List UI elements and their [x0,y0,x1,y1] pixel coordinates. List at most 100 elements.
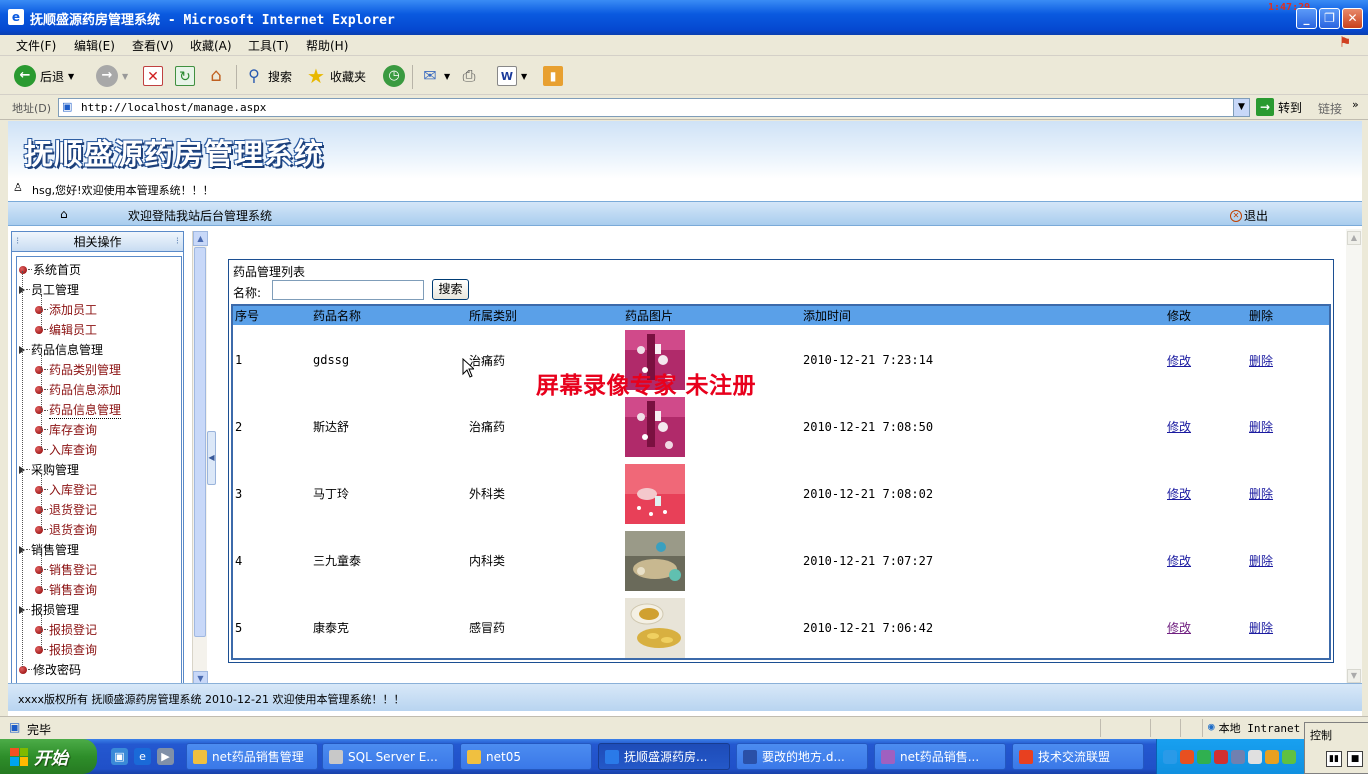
refresh-button[interactable]: ↻ [175,63,195,89]
page-scrollbar[interactable]: ▲ ▼ [1346,229,1362,691]
logout-button[interactable]: ✕ 退出 [1230,207,1268,224]
minimize-button[interactable]: _ [1296,8,1317,29]
back-button[interactable]: ← 后退 ▼ [14,63,74,89]
ie-quicklaunch-icon[interactable]: e [134,748,151,765]
menu-bar: 文件(F) 编辑(E) 查看(V) 收藏(A) 工具(T) 帮助(H) ⚑ [0,35,1368,56]
tray-qq-icon[interactable] [1180,749,1194,764]
tray-display-icon[interactable] [1231,749,1245,764]
delete-link[interactable]: 删除 [1249,554,1273,568]
menu-edit[interactable]: 编辑(E) [74,37,115,54]
menu-view[interactable]: 查看(V) [132,37,174,54]
vs-icon [881,749,895,764]
edit-button[interactable]: W ▼ [497,63,527,89]
favorites-button[interactable]: ★ 收藏夹 [306,63,366,89]
taskbar-button[interactable]: 抚顺盛源药房... [598,743,730,770]
stop-record-button[interactable]: ■ [1347,751,1363,767]
sidebar-item[interactable]: 销售管理 [19,541,79,558]
sidebar-item[interactable]: 销售登记 [35,561,97,578]
sidebar-item[interactable]: 药品信息添加 [35,381,121,398]
name-search-input[interactable] [272,280,424,300]
taskbar-button[interactable]: SQL Server E... [322,743,454,770]
delete-link[interactable]: 删除 [1249,420,1273,434]
search-submit-button[interactable]: 搜索 [432,279,469,300]
scroll-down-icon[interactable]: ▼ [1347,669,1361,683]
sidebar-item[interactable]: 入库查询 [35,441,97,458]
chevron-right-icon[interactable]: » [1352,98,1359,111]
sidebar-item[interactable]: 报损登记 [35,621,97,638]
sidebar-item[interactable]: 系统首页 [19,261,81,278]
home-button[interactable]: ⌂ [206,63,226,89]
sidebar-item[interactable]: 添加员工 [35,301,97,318]
search-label: 搜索 [268,69,293,84]
delete-link[interactable]: 删除 [1249,354,1273,368]
close-button[interactable]: ✕ [1342,8,1363,29]
taskbar-button[interactable]: 要改的地方.d... [736,743,868,770]
media-player-icon[interactable]: ▶ [157,748,174,765]
edit-link[interactable]: 修改 [1167,554,1191,568]
search-button[interactable]: ⚲ 搜索 [244,63,292,89]
scroll-up-icon[interactable]: ▲ [1347,231,1361,245]
tray-volume-icon[interactable] [1248,749,1262,764]
menu-file[interactable]: 文件(F) [16,37,56,54]
tray-input-icon[interactable] [1265,749,1279,764]
pause-button[interactable]: ▮▮ [1326,751,1342,767]
chevron-down-icon: ▼ [444,71,451,81]
edit-link[interactable]: 修改 [1167,420,1191,434]
links-label[interactable]: 链接 [1318,100,1342,117]
tray-arrow-icon[interactable] [1163,749,1177,764]
sidebar-item[interactable]: 库存查询 [35,421,97,438]
taskbar-button[interactable]: net药品销售管理 [186,743,318,770]
sidebar-item[interactable]: 报损管理 [19,601,79,618]
sidebar-item[interactable]: 编辑员工 [35,321,97,338]
title-bar: e 抚顺盛源药房管理系统 - Microsoft Internet Explor… [0,0,1368,35]
sidebar-item[interactable]: 药品信息管理 [35,401,122,419]
research-button[interactable]: ▮ [543,63,563,89]
stop-button[interactable]: ✕ [143,63,163,89]
show-desktop-icon[interactable]: ▣ [111,748,128,765]
delete-link[interactable]: 删除 [1249,621,1273,635]
taskbar-button-label: 抚顺盛源药房... [624,750,708,764]
scroll-up-icon[interactable]: ▲ [193,231,208,246]
address-input[interactable]: ▣ http://localhost/manage.aspx ▼ [58,98,1250,117]
go-button[interactable]: → 转到 [1256,98,1302,116]
mail-button[interactable]: ✉ ▼ [420,63,450,89]
menu-help[interactable]: 帮助(H) [306,37,348,54]
taskbar-button[interactable]: net药品销售... [874,743,1006,770]
tray-antivirus-icon[interactable] [1214,749,1228,764]
sidebar-scrollbar[interactable]: ▲ ▼ [192,231,208,686]
address-dropdown[interactable]: ▼ [1233,99,1249,116]
forward-button[interactable]: → ▼ [96,63,128,89]
sidebar-item[interactable]: 采购管理 [19,461,79,478]
menu-tools[interactable]: 工具(T) [248,37,289,54]
print-button[interactable]: ⎙ [459,63,479,89]
sidebar-item[interactable]: 报损查询 [35,641,97,658]
collapse-sidebar-button[interactable]: ◀ [207,431,216,485]
edit-link[interactable]: 修改 [1167,354,1191,368]
sidebar-item[interactable]: 药品信息管理 [19,341,103,358]
taskbar-button[interactable]: 技术交流联盟 [1012,743,1144,770]
history-button[interactable]: ◷ [383,63,405,89]
sidebar-item[interactable]: 员工管理 [19,281,79,298]
sidebar-item[interactable]: 修改密码 [19,661,81,678]
sidebar-item[interactable]: 销售查询 [35,581,97,598]
menu-favorites[interactable]: 收藏(A) [190,37,232,54]
sidebar-item[interactable]: 药品类别管理 [35,361,121,378]
address-bar: 地址(D) ▣ http://localhost/manage.aspx ▼ →… [0,96,1368,120]
taskbar-button[interactable]: net05 [460,743,592,770]
sidebar-item[interactable]: 退货查询 [35,521,97,538]
start-button[interactable]: 开始 [0,739,97,774]
maximize-button[interactable]: ❐ [1319,8,1340,29]
sidebar-item[interactable]: 入库登记 [35,481,97,498]
search-icon: ⚲ [248,66,260,85]
home-icon[interactable]: ⌂ [60,207,68,221]
edit-link[interactable]: 修改 [1167,621,1191,635]
drug-name: 马丁玲 [313,487,350,501]
delete-cell: 删除 [1247,393,1329,460]
scroll-thumb[interactable] [194,247,206,637]
tray-security-icon[interactable] [1282,749,1296,764]
edit-link[interactable]: 修改 [1167,487,1191,501]
delete-link[interactable]: 删除 [1249,487,1273,501]
tray-network-icon[interactable] [1197,749,1211,764]
sidebar-item-label: 报损管理 [31,603,80,617]
sidebar-item[interactable]: 退货登记 [35,501,97,518]
